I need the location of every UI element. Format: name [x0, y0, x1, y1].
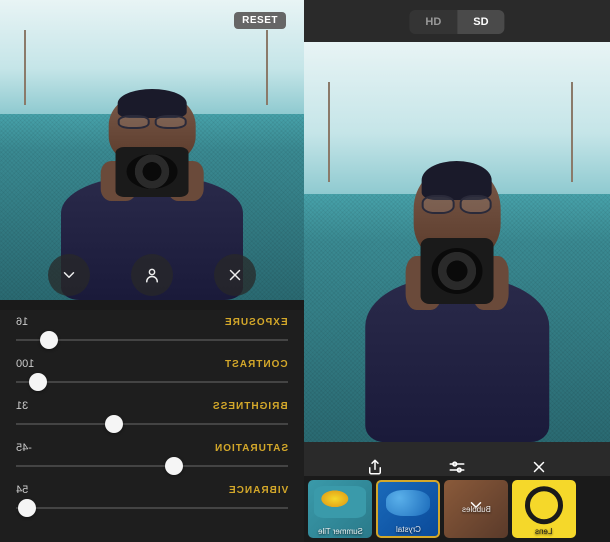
slider-knob[interactable] [40, 331, 58, 349]
slider-label: VIBRANCE [228, 485, 288, 496]
slider-knob[interactable] [18, 499, 36, 517]
slider-saturation: -45 SATURATION [16, 442, 288, 476]
slider-track[interactable] [16, 498, 288, 518]
quality-sd[interactable]: SD [457, 10, 504, 34]
person-icon [143, 266, 161, 284]
slider-label: EXPOSURE [224, 317, 288, 328]
slider-track[interactable] [16, 330, 288, 350]
slider-track[interactable] [16, 372, 288, 392]
quality-toggle: HD SD [409, 10, 504, 34]
slider-exposure: 16 EXPOSURE [16, 316, 288, 350]
slider-contrast: 100 CONTRAST [16, 358, 288, 392]
slider-brightness: 31 BRIGHTNESS [16, 400, 288, 434]
share-icon [366, 458, 384, 476]
close-icon [226, 266, 244, 284]
close-icon [530, 458, 548, 476]
reset-button[interactable]: RESET [234, 12, 286, 29]
slider-track[interactable] [16, 414, 288, 434]
preview-image[interactable]: RESET [0, 0, 304, 300]
filter-label: Lens [535, 525, 552, 538]
expand-button[interactable] [48, 254, 90, 296]
slider-label: CONTRAST [224, 359, 288, 370]
filter-label: Bubbles [462, 503, 491, 516]
close-adjust-button[interactable] [214, 254, 256, 296]
quality-hd[interactable]: HD [409, 10, 457, 34]
slider-value: 16 [16, 316, 28, 328]
filter-label: Summer Tile [318, 525, 363, 538]
sliders-icon [448, 458, 466, 476]
chevron-down-icon [60, 266, 78, 284]
slider-track[interactable] [16, 456, 288, 476]
slider-knob[interactable] [29, 373, 47, 391]
filter-bubbles[interactable]: Bubbles [444, 480, 508, 538]
filter-strip[interactable]: Summer Tile Crystal Bubbles Lens [304, 476, 610, 542]
slider-value: 100 [16, 358, 34, 370]
preview-actions [0, 254, 304, 296]
slider-label: SATURATION [214, 443, 288, 454]
slider-knob[interactable] [105, 415, 123, 433]
slider-knob[interactable] [165, 457, 183, 475]
filter-label: Crystal [396, 523, 421, 536]
editor-filters-panel: HD SD Summer Tile Crystal [304, 0, 610, 542]
filter-summer-tile[interactable]: Summer Tile [308, 480, 372, 538]
adjustment-sliders: 16 EXPOSURE 100 CONTRAST 31 BRIGHTNESS -… [0, 310, 304, 542]
slider-value: -45 [16, 442, 32, 454]
subject-mask-button[interactable] [131, 254, 173, 296]
slider-label: BRIGHTNESS [212, 401, 288, 412]
slider-vibrance: 54 VIBRANCE [16, 484, 288, 518]
slider-value: 31 [16, 400, 28, 412]
preview-image[interactable] [304, 42, 610, 442]
slider-value: 54 [16, 484, 28, 496]
filter-crystal[interactable]: Crystal [376, 480, 440, 538]
editor-adjustments-panel: RESET 16 EXPOSURE 100 CONTRAST [0, 0, 304, 542]
filter-lens[interactable]: Lens [512, 480, 576, 538]
